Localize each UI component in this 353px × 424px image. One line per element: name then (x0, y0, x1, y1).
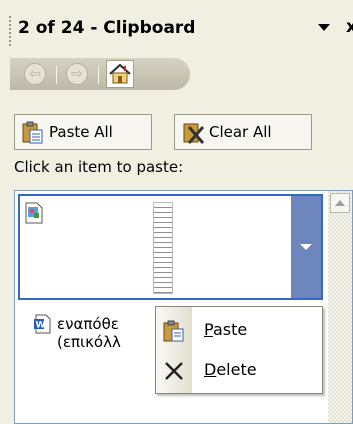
paste-label-rest: aste (212, 320, 248, 339)
pane-title: 2 of 24 - Clipboard (18, 18, 196, 38)
vertical-scrollbar[interactable] (328, 191, 352, 423)
delete-accelerator: D (204, 360, 217, 379)
paste-icon (162, 319, 186, 347)
scroll-up-button[interactable] (330, 193, 350, 213)
paste-all-button[interactable]: Paste All (14, 114, 152, 150)
menu-delete-label: Delete (204, 360, 257, 379)
back-arrow-icon[interactable]: ⇦ (24, 63, 46, 85)
menu-item-paste[interactable]: Paste (156, 311, 322, 349)
svg-text:W: W (36, 321, 46, 331)
pane-menu-arrow-icon[interactable] (318, 24, 330, 31)
home-button[interactable] (106, 60, 134, 88)
forward-arrow-icon[interactable]: ⇨ (66, 63, 88, 85)
item-text-line-2: (επικόλλ (57, 333, 121, 351)
paste-all-icon (21, 121, 45, 157)
delete-label-rest: elete (216, 360, 257, 379)
item-context-menu: Paste Delete (155, 306, 323, 394)
paste-all-label: Paste All (49, 123, 113, 141)
item-dropdown-button[interactable] (291, 196, 321, 298)
arrow-up-icon (335, 200, 345, 206)
clear-all-icon (181, 121, 205, 157)
image-thumbnail (153, 202, 173, 294)
delete-x-icon (162, 359, 186, 387)
menu-paste-label: Paste (204, 320, 247, 339)
nav-separator (98, 66, 99, 84)
nav-toolbar: ⇦ ⇨ (10, 58, 190, 90)
home-icon (109, 63, 131, 84)
picture-document-icon (24, 202, 44, 228)
word-document-icon: W (33, 314, 53, 338)
nav-separator (56, 66, 57, 84)
menu-item-delete[interactable]: Delete (156, 351, 322, 389)
item-text-line-1: εναπόθε (57, 315, 119, 333)
drag-grip[interactable] (9, 16, 11, 46)
clipboard-item-image[interactable] (18, 194, 323, 300)
clear-all-label: Clear All (209, 123, 272, 141)
close-icon[interactable]: x (346, 17, 353, 37)
paste-accelerator: P (204, 320, 213, 339)
instruction-text: Click an item to paste: (14, 158, 184, 176)
item-text-preview: εναπόθε (επικόλλ (57, 315, 121, 351)
task-pane-titlebar: 2 of 24 - Clipboard x (0, 0, 353, 58)
clear-all-button[interactable]: Clear All (174, 114, 312, 150)
chevron-down-icon (300, 244, 312, 250)
